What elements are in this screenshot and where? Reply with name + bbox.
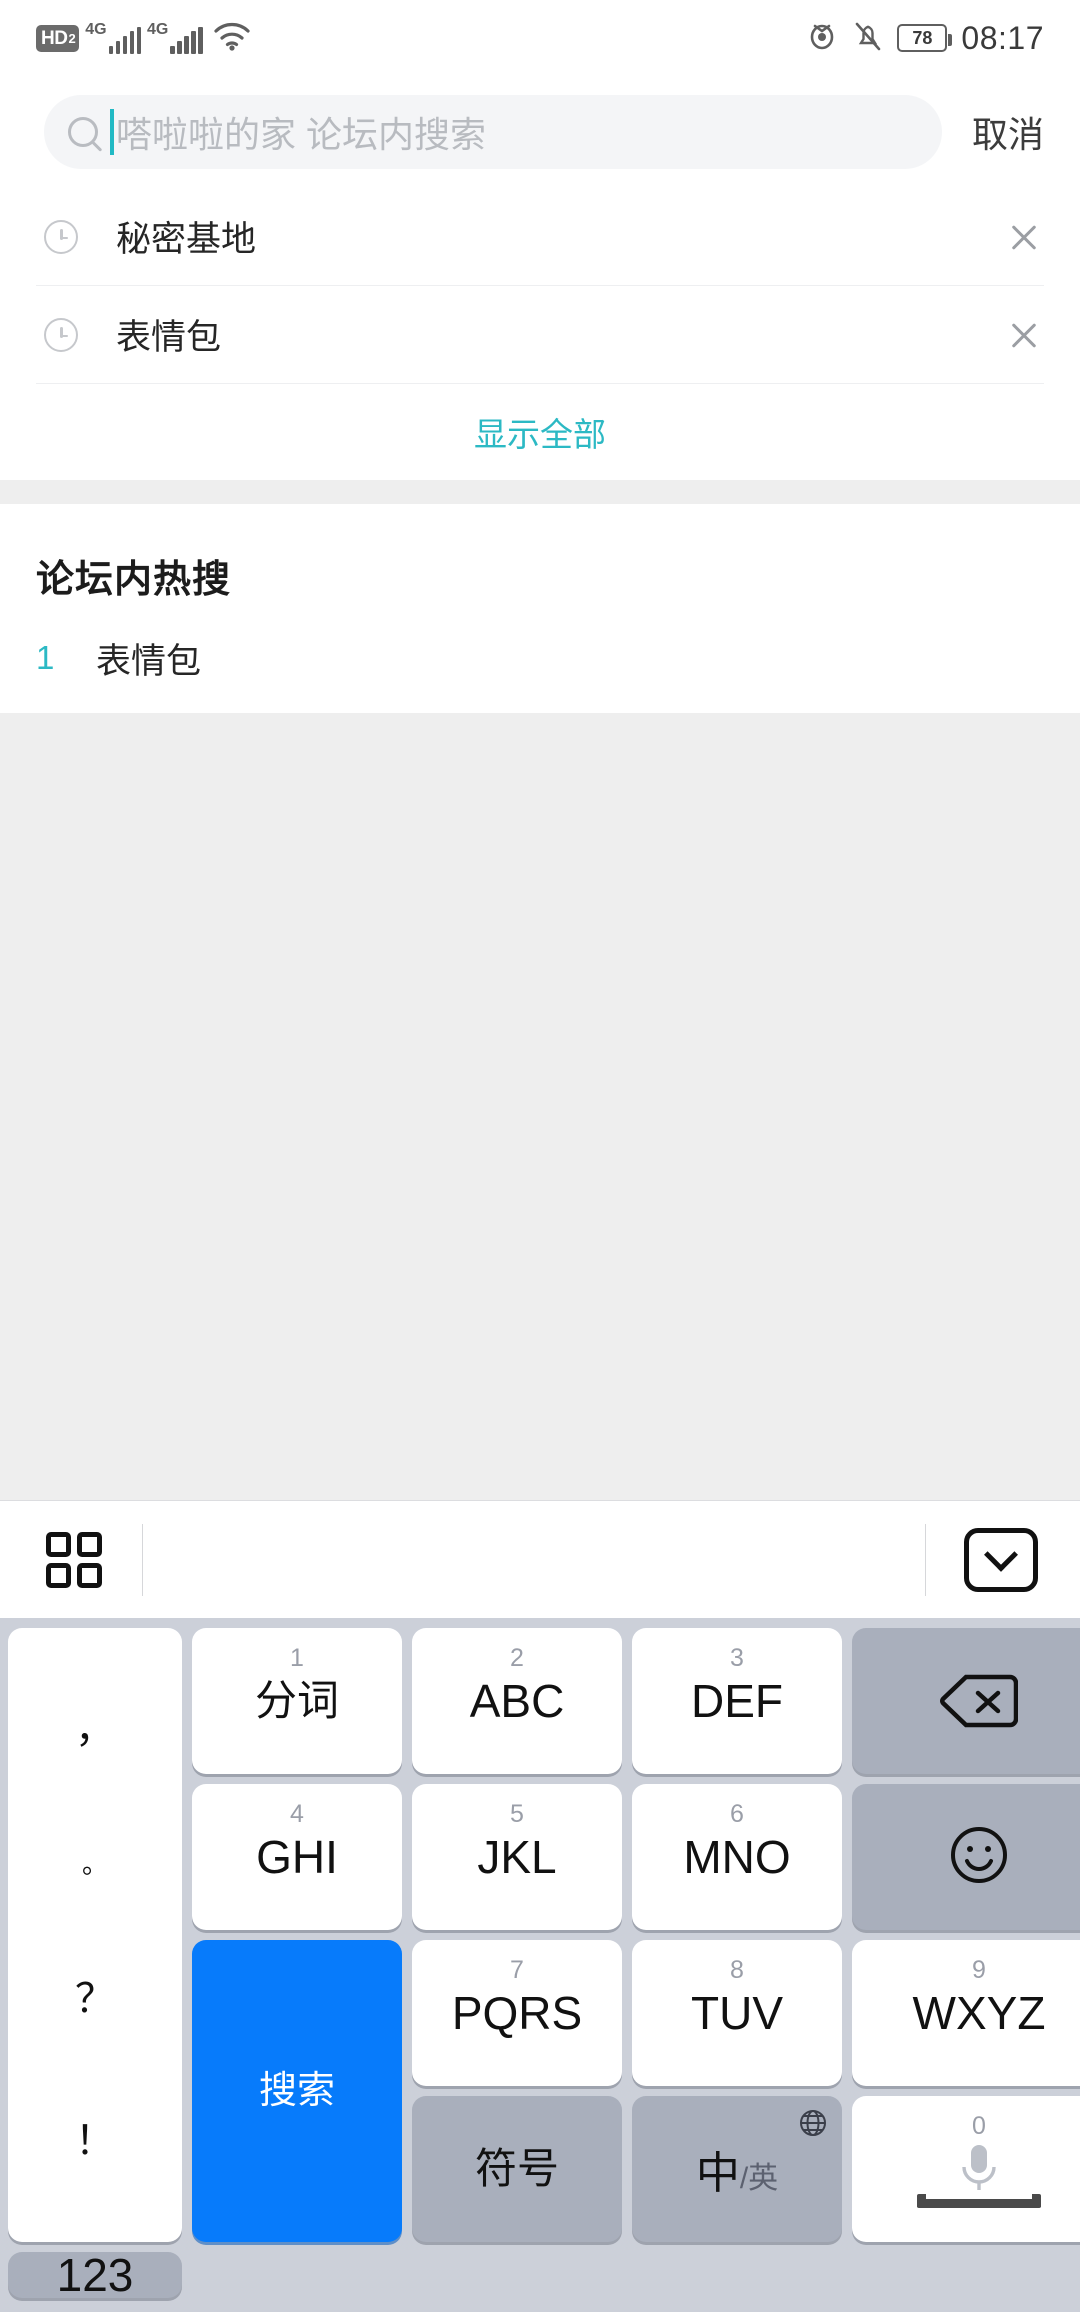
signal-icon-sim2: 4G: [147, 22, 203, 54]
signal-bars-sim1: [108, 27, 142, 54]
text-cursor: [110, 109, 114, 155]
backspace-key[interactable]: [852, 1628, 1080, 1774]
phone-screen: HD 2 4G 4G 78 08:17 嗒啦啦的家 论坛内搜索 取消 秘密基地 …: [0, 0, 1080, 2312]
numeric-key-label: 123: [56, 2249, 134, 2301]
status-bar: HD 2 4G 4G 78 08:17: [0, 0, 1080, 76]
punctuation-key[interactable]: ， 。 ？ ！: [8, 1628, 182, 2242]
toolbar-divider-left: [142, 1523, 143, 1596]
search-input[interactable]: 嗒啦啦的家 论坛内搜索: [44, 95, 942, 169]
search-enter-label: 搜索: [258, 2070, 335, 2112]
t9-keyboard: ， 。 ？ ！ 1 分词 2 ABC 3 DEF 4 GHI 5 JKL 6 M…: [0, 1618, 1080, 2312]
sim2-network-label: 4G: [147, 21, 169, 38]
key-label: MNO: [683, 1831, 791, 1883]
lang-english-label: /英: [739, 2162, 779, 2195]
lang-chinese-label: 中: [695, 2149, 740, 2198]
cancel-button[interactable]: 取消: [972, 106, 1044, 158]
clock-icon: [44, 317, 78, 352]
globe-icon: [798, 2108, 828, 2138]
key-5-jkl[interactable]: 5 JKL: [412, 1784, 622, 1930]
key-3-def[interactable]: 3 DEF: [632, 1628, 842, 1774]
search-bar: 嗒啦啦的家 论坛内搜索 取消: [0, 76, 1080, 188]
language-labels: 中 /英: [696, 2137, 778, 2201]
key-label: 分词: [254, 1677, 339, 1724]
key-number: 5: [510, 1800, 524, 1828]
search-placeholder: 嗒啦啦的家 论坛内搜索: [116, 114, 487, 155]
hot-search-title: 论坛内热搜: [36, 559, 232, 601]
battery-level-label: 78: [912, 27, 933, 48]
language-switch-key[interactable]: 中 /英: [632, 2096, 842, 2242]
emoji-key[interactable]: [852, 1784, 1080, 1930]
show-all-button[interactable]: 显示全部: [0, 384, 1080, 480]
key-label: PQRS: [451, 1987, 583, 2039]
key-label: ABC: [469, 1675, 565, 1727]
key-2-abc[interactable]: 2 ABC: [412, 1628, 622, 1774]
key-number: 9: [972, 1956, 986, 1984]
key-label: DEF: [691, 1675, 783, 1727]
key-number: 8: [730, 1956, 744, 1984]
key-7-pqrs[interactable]: 7 PQRS: [412, 1940, 622, 2086]
hot-search-rank: 1: [36, 639, 55, 676]
numeric-key[interactable]: 123: [8, 2252, 182, 2298]
key-number: 4: [290, 1800, 304, 1828]
clock-label: 08:17: [961, 19, 1044, 56]
wifi-icon: [213, 21, 251, 56]
history-item[interactable]: 表情包: [36, 286, 1044, 384]
key-label: TUV: [691, 1987, 783, 2039]
key-number: 7: [510, 1956, 524, 1984]
status-bar-left: HD 2 4G 4G: [36, 21, 251, 56]
question-glyph: ？: [75, 1977, 115, 2021]
key-label: WXYZ: [912, 1987, 1046, 2039]
key-label: GHI: [256, 1831, 338, 1883]
hot-search-label: 表情包: [96, 641, 202, 681]
key-number: 0: [972, 2112, 986, 2140]
exclamation-glyph: ！: [75, 2119, 115, 2163]
close-icon[interactable]: [1004, 217, 1044, 257]
sim1-network-label: 4G: [85, 21, 107, 38]
key-number: 1: [290, 1644, 304, 1672]
hd-label: HD: [41, 27, 68, 49]
symbol-key-label: 符号: [474, 2145, 559, 2192]
search-history-list: 秘密基地 表情包: [0, 188, 1080, 384]
section-divider: [0, 480, 1080, 504]
grid-icon[interactable]: [46, 1531, 102, 1588]
hot-search-section: 论坛内热搜 1 表情包: [0, 504, 1080, 713]
mute-bell-icon: [853, 20, 883, 57]
history-item-label: 秘密基地: [116, 220, 257, 259]
key-4-ghi[interactable]: 4 GHI: [192, 1784, 402, 1930]
hd-sub-label: 2: [68, 30, 76, 46]
key-9-wxyz[interactable]: 9 WXYZ: [852, 1940, 1080, 2086]
signal-icon-sim1: 4G: [85, 21, 142, 54]
spacebar-glyph: [917, 2194, 1041, 2208]
history-item-label: 表情包: [116, 318, 222, 357]
comma-glyph: ，: [75, 1707, 115, 1751]
search-enter-key[interactable]: 搜索: [192, 1940, 402, 2242]
hot-search-item[interactable]: 1 表情包: [36, 603, 1044, 713]
history-item[interactable]: 秘密基地: [36, 188, 1044, 286]
smiley-icon: [949, 1825, 1009, 1890]
key-number: 3: [730, 1644, 744, 1672]
key-number: 2: [510, 1644, 524, 1672]
battery-icon: 78: [897, 24, 953, 52]
eye-protect-icon: [805, 21, 839, 56]
keyboard-toolbar: [0, 1500, 1080, 1618]
key-number: 6: [730, 1800, 744, 1828]
key-1-fenci[interactable]: 1 分词: [192, 1628, 402, 1774]
close-icon[interactable]: [1004, 315, 1044, 355]
clock-icon: [44, 219, 78, 254]
space-key[interactable]: 0: [852, 2096, 1080, 2242]
key-label: JKL: [477, 1831, 557, 1883]
signal-bars-sim2: [170, 27, 203, 54]
backspace-icon: [940, 1673, 1019, 1729]
symbol-key[interactable]: 符号: [412, 2096, 622, 2242]
key-6-mno[interactable]: 6 MNO: [632, 1784, 842, 1930]
search-icon: [68, 117, 98, 147]
period-glyph: 。: [81, 1849, 108, 1879]
hide-keyboard-icon[interactable]: [964, 1527, 1038, 1592]
hd-voice-icon: HD 2: [36, 24, 80, 52]
status-bar-right: 78 08:17: [805, 20, 1044, 57]
toolbar-divider-right: [925, 1523, 926, 1596]
content-filler: [0, 713, 1080, 1500]
key-8-tuv[interactable]: 8 TUV: [632, 1940, 842, 2086]
